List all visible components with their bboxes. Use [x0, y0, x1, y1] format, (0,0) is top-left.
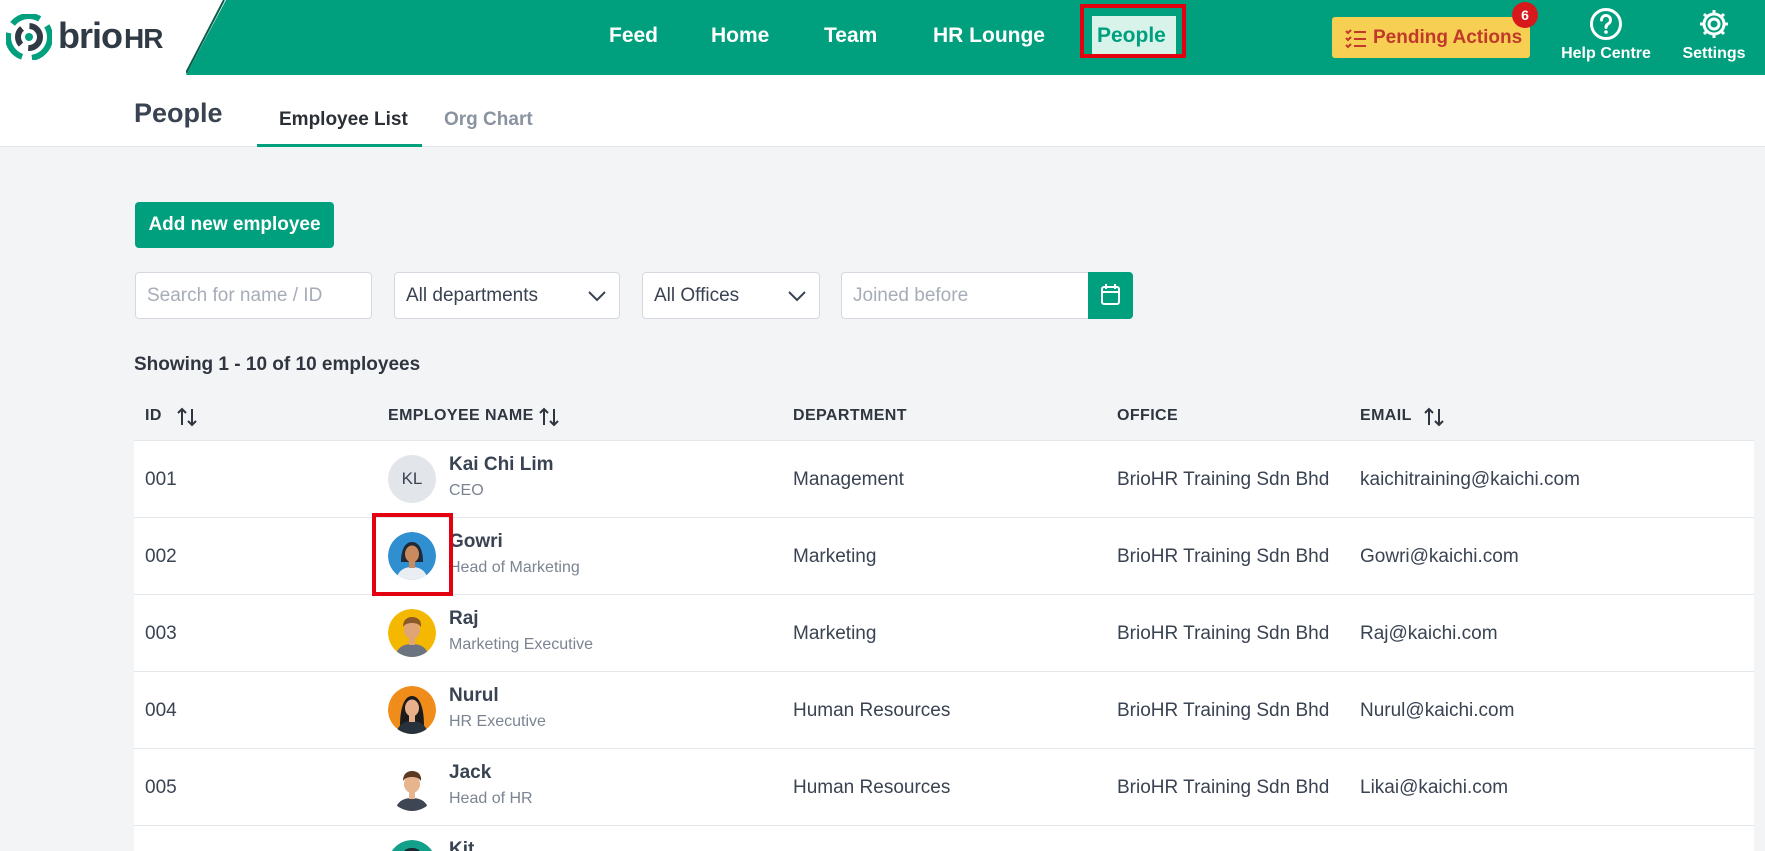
table-row[interactable]: 005 Jack Head of HR Human Resources Brio…	[134, 748, 1754, 825]
employee-id: 002	[145, 546, 177, 567]
question-circle-icon	[1590, 8, 1622, 40]
add-new-employee-button[interactable]: Add new employee	[135, 202, 334, 248]
checklist-icon	[1345, 29, 1366, 49]
employee-name[interactable]: Raj	[449, 607, 479, 631]
employee-name[interactable]: Gowri	[449, 530, 503, 554]
pending-actions-label: Pending Actions	[1373, 27, 1523, 48]
sort-icon[interactable]	[537, 405, 561, 429]
employee-email: Likai@kaichi.com	[1360, 777, 1509, 798]
help-centre-label: Help Centre	[1561, 45, 1651, 62]
employee-email: kaichitraining@kaichi.com	[1360, 469, 1580, 490]
pending-count-badge: 6	[1512, 2, 1538, 28]
chevron-down-icon	[588, 291, 606, 302]
man-avatar-icon	[388, 763, 436, 811]
woman-avatar-icon	[388, 686, 436, 734]
employee-id: 003	[145, 623, 177, 644]
logo-divider	[186, 0, 226, 75]
avatar[interactable]	[388, 840, 436, 851]
tab-org-chart[interactable]: Org Chart	[444, 107, 533, 133]
nav-people-highlight	[1080, 4, 1186, 58]
employee-id: 001	[145, 469, 177, 490]
nav-team[interactable]: Team	[824, 22, 877, 50]
employee-department: Management	[793, 469, 904, 490]
employee-department: Human Resources	[793, 777, 951, 798]
column-header-office: OFFICE	[1117, 407, 1179, 424]
brio-logo-icon	[6, 14, 52, 60]
settings-button[interactable]: Settings	[1676, 7, 1752, 63]
employee-office: BrioHR Training Sdn Bhd	[1117, 469, 1330, 490]
department-select[interactable]: All departments	[394, 272, 620, 319]
chevron-down-icon	[788, 291, 806, 302]
employee-department: Marketing	[793, 623, 877, 644]
table-row[interactable]: Kit	[134, 825, 1754, 851]
nav-hr-lounge[interactable]: HR Lounge	[933, 22, 1045, 50]
employee-office: BrioHR Training Sdn Bhd	[1117, 700, 1330, 721]
employee-name[interactable]: Jack	[449, 761, 491, 785]
column-header-department: DEPARTMENT	[793, 407, 907, 424]
calendar-icon	[1101, 284, 1120, 305]
employee-office: BrioHR Training Sdn Bhd	[1117, 546, 1330, 567]
page-title: People	[134, 98, 223, 128]
settings-label: Settings	[1682, 45, 1746, 62]
pending-actions-button[interactable]: Pending Actions	[1332, 17, 1530, 58]
sort-icon[interactable]	[175, 405, 199, 429]
employee-role: CEO	[449, 482, 484, 499]
employee-department: Human Resources	[793, 700, 951, 721]
logo-area[interactable]: brioHR	[0, 0, 186, 75]
employee-department: Marketing	[793, 546, 877, 567]
person-avatar-icon	[391, 840, 433, 851]
employee-name[interactable]: Nurul	[449, 684, 499, 708]
avatar-highlight	[372, 513, 453, 596]
office-select[interactable]: All Offices	[642, 272, 820, 319]
results-summary: Showing 1 - 10 of 10 employees	[134, 354, 421, 375]
table-row[interactable]: 003 Raj Marketing Executive Marketing Br…	[134, 594, 1754, 671]
column-header-email: EMAIL	[1360, 407, 1412, 424]
top-navigation-bar: brioHR Feed Home Team HR Lounge People P…	[0, 0, 1765, 75]
brand-name: brioHR	[58, 15, 163, 56]
avatar[interactable]	[388, 686, 436, 734]
gear-icon	[1700, 10, 1728, 38]
page-header: People Employee List Org Chart	[0, 75, 1765, 147]
avatar[interactable]	[388, 763, 436, 811]
employee-office: BrioHR Training Sdn Bhd	[1117, 777, 1330, 798]
employee-name[interactable]: Kai Chi Lim	[449, 453, 554, 477]
help-centre-button[interactable]: Help Centre	[1560, 7, 1652, 63]
employee-id: 005	[145, 777, 177, 798]
office-select-value: All Offices	[654, 285, 740, 306]
search-input[interactable]	[135, 272, 372, 319]
man-avatar-icon	[388, 609, 436, 657]
department-select-value: All departments	[406, 285, 539, 306]
avatar[interactable]	[388, 609, 436, 657]
employee-role: Marketing Executive	[449, 636, 594, 653]
employee-role: Head of HR	[449, 790, 533, 807]
tab-employee-list[interactable]: Employee List	[279, 107, 408, 133]
employee-id: 004	[145, 700, 177, 721]
joined-before-input[interactable]	[841, 272, 1089, 319]
column-header-id: ID	[145, 407, 162, 424]
table-row[interactable]: 004 Nurul HR Executive Human Resources B…	[134, 671, 1754, 748]
avatar: KL	[388, 455, 436, 503]
table-row[interactable]: 001 KL Kai Chi Lim CEO Management BrioHR…	[134, 440, 1754, 517]
sort-icon[interactable]	[1422, 405, 1446, 429]
employee-office: BrioHR Training Sdn Bhd	[1117, 623, 1330, 644]
column-header-employee-name: EMPLOYEE NAME	[388, 407, 534, 424]
nav-home[interactable]: Home	[711, 22, 769, 50]
date-picker-button[interactable]	[1088, 272, 1133, 319]
employee-email: Gowri@kaichi.com	[1360, 546, 1519, 567]
employee-name[interactable]: Kit	[449, 838, 474, 851]
employee-role: Head of Marketing	[449, 559, 580, 576]
employee-email: Nurul@kaichi.com	[1360, 700, 1515, 721]
employee-email: Raj@kaichi.com	[1360, 623, 1498, 644]
employee-role: HR Executive	[449, 713, 546, 730]
active-tab-indicator	[257, 144, 422, 147]
nav-feed[interactable]: Feed	[609, 22, 658, 50]
